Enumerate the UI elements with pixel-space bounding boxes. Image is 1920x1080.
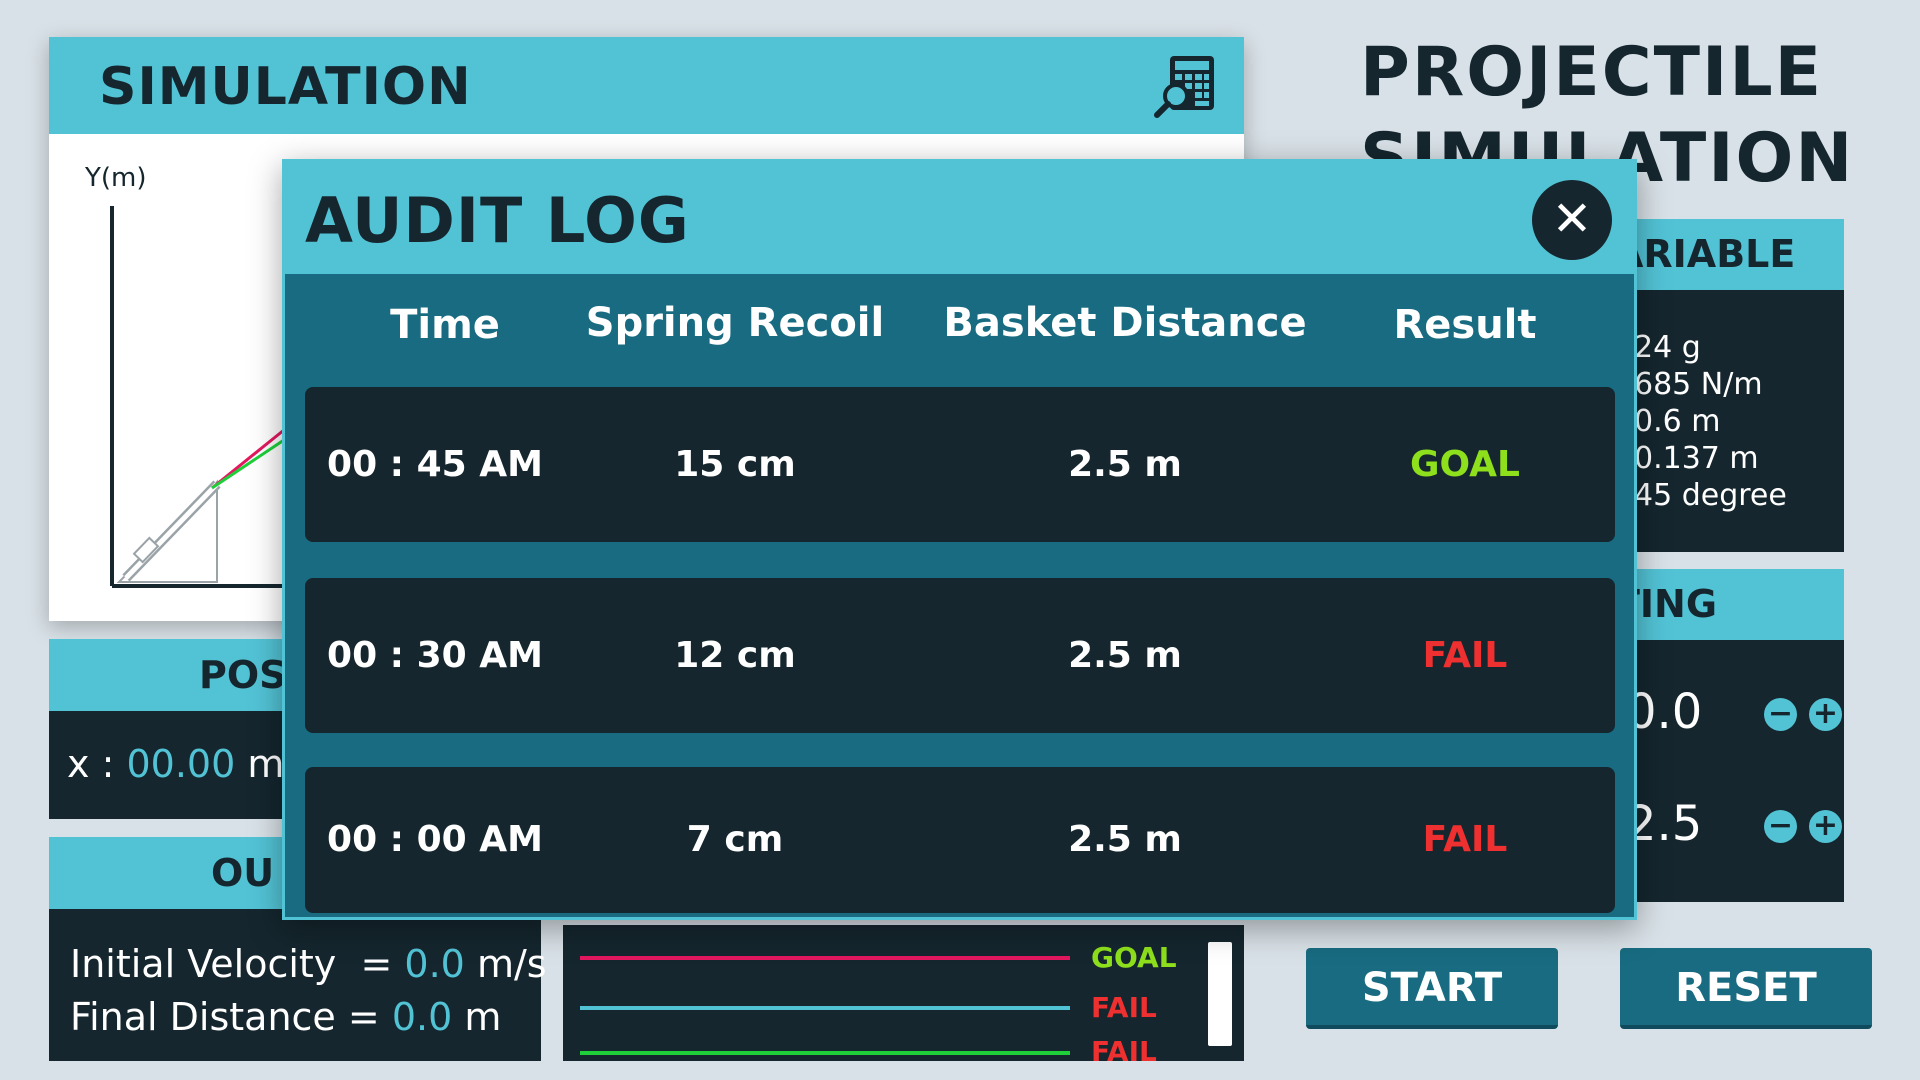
final-distance-eq: = xyxy=(347,995,380,1039)
launcher-spring xyxy=(132,536,160,564)
final-distance-label: Final Distance xyxy=(70,995,336,1039)
cell-result: FAIL xyxy=(1422,635,1508,676)
cell-spring-recoil: 7 cm xyxy=(686,819,784,860)
cell-basket-distance: 2.5 m xyxy=(1068,635,1182,676)
cell-result: FAIL xyxy=(1422,819,1508,860)
cell-time: 00 : 30 AM xyxy=(327,635,543,676)
output-header-label: OU xyxy=(211,851,275,895)
simulation-title: SIMULATION xyxy=(99,57,472,117)
trajectory-fail xyxy=(211,438,285,490)
increment-button-1[interactable]: + xyxy=(1809,698,1842,731)
setting-value-1: 0.0 xyxy=(1626,684,1703,740)
variable-value: 0.6 m xyxy=(1634,404,1721,439)
cell-time: 00 : 00 AM xyxy=(327,819,543,860)
column-header-spring-recoil: Spring Recoil xyxy=(585,300,885,346)
initial-velocity-value: 0.0 xyxy=(404,942,465,986)
table-row[interactable]: 00 : 45 AM 15 cm 2.5 m GOAL xyxy=(305,387,1615,542)
audit-log-header: AUDIT LOG ✕ xyxy=(285,162,1634,274)
legend-line-fail-1 xyxy=(580,1006,1070,1010)
legend-line-goal xyxy=(580,956,1070,960)
audit-log-modal: AUDIT LOG ✕ Time Spring Recoil Basket Di… xyxy=(282,159,1637,920)
setting-row-2: 2.5 − + xyxy=(1626,796,1842,856)
final-distance-unit: m xyxy=(464,995,502,1039)
variable-value: 24 g xyxy=(1634,330,1701,365)
calculator-search-icon[interactable] xyxy=(1152,52,1220,120)
setting-row-1: 0.0 − + xyxy=(1626,684,1842,744)
position-header-label: POS xyxy=(199,653,287,697)
variable-value: 0.137 m xyxy=(1634,441,1759,476)
output-body: Initial Velocity = 0.0 m/s Final Distanc… xyxy=(49,909,547,1061)
variable-value: 45 degree xyxy=(1634,478,1787,513)
legend-scrollbar[interactable] xyxy=(1208,942,1232,1046)
cell-spring-recoil: 15 cm xyxy=(674,444,796,485)
decrement-button-2[interactable]: − xyxy=(1764,810,1797,843)
column-header-basket-distance: Basket Distance xyxy=(943,300,1307,346)
increment-button-2[interactable]: + xyxy=(1809,810,1842,843)
reset-button[interactable]: RESET xyxy=(1620,948,1872,1029)
audit-log-title: AUDIT LOG xyxy=(305,184,690,257)
setting-value-2: 2.5 xyxy=(1626,796,1703,852)
legend-label-fail-2: FAIL xyxy=(1091,1035,1157,1061)
cell-spring-recoil: 12 cm xyxy=(674,635,796,676)
cell-basket-distance: 2.5 m xyxy=(1068,444,1182,485)
column-header-result: Result xyxy=(1393,302,1537,348)
final-distance-row: Final Distance = 0.0 m xyxy=(70,991,541,1044)
table-row[interactable]: 00 : 30 AM 12 cm 2.5 m FAIL xyxy=(305,578,1615,733)
x-label: x : xyxy=(67,742,115,786)
initial-velocity-label: Initial Velocity xyxy=(70,942,337,986)
output-header: OU xyxy=(49,837,299,909)
app-title-line-1: PROJECTILE xyxy=(1360,33,1824,112)
final-distance-value: 0.0 xyxy=(391,995,453,1039)
legend-line-fail-2 xyxy=(580,1051,1070,1055)
x-unit: m xyxy=(247,742,285,786)
y-axis-label: Y(m) xyxy=(84,163,147,193)
variable-header-label: ARIABLE xyxy=(1614,232,1796,276)
position-body: x : 00.00 m xyxy=(49,711,299,819)
position-header: POS xyxy=(49,639,299,711)
close-button[interactable]: ✕ xyxy=(1532,180,1612,260)
legend-label-fail-1: FAIL xyxy=(1091,991,1157,1024)
start-button[interactable]: START xyxy=(1306,948,1558,1029)
cell-basket-distance: 2.5 m xyxy=(1068,819,1182,860)
decrement-button-1[interactable]: − xyxy=(1764,698,1797,731)
column-header-time: Time xyxy=(390,302,500,348)
variable-value: 685 N/m xyxy=(1634,367,1763,402)
initial-velocity-unit: m/s xyxy=(476,942,547,986)
x-value: 00.00 xyxy=(126,742,236,786)
table-row[interactable]: 00 : 00 AM 7 cm 2.5 m FAIL xyxy=(305,767,1615,913)
cell-result: GOAL xyxy=(1410,444,1520,485)
legend-label-goal: GOAL xyxy=(1091,941,1177,974)
initial-velocity-eq: = xyxy=(360,942,393,986)
initial-velocity-row: Initial Velocity = 0.0 m/s xyxy=(70,938,547,991)
simulation-header: SIMULATION xyxy=(49,37,1244,134)
cell-time: 00 : 45 AM xyxy=(327,444,543,485)
close-icon: ✕ xyxy=(1551,191,1593,247)
trajectory-legend: GOAL FAIL FAIL xyxy=(563,925,1244,1061)
